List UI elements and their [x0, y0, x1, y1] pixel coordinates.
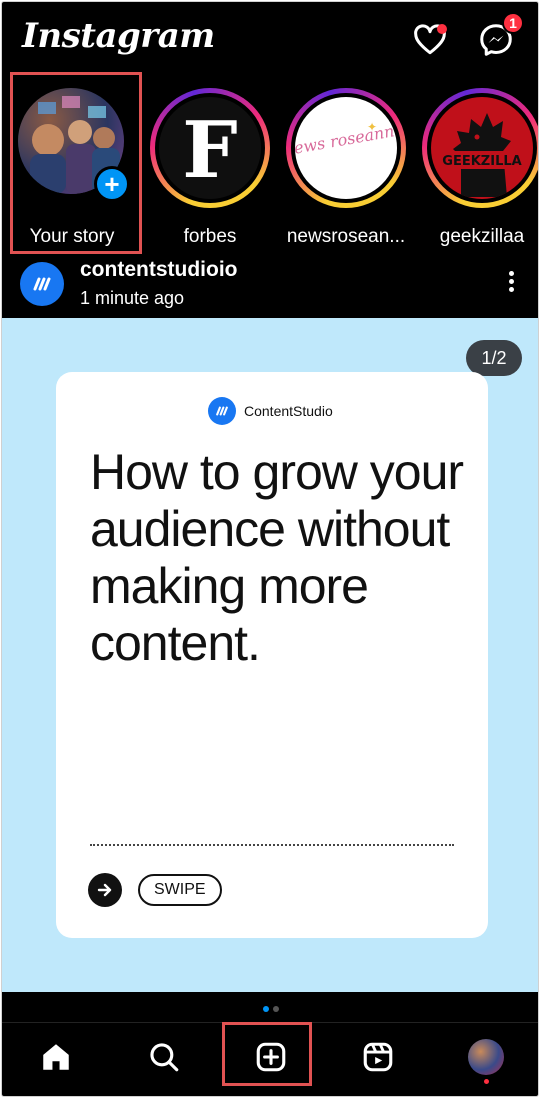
post-options-button[interactable] — [498, 268, 524, 298]
carousel-dot-active — [263, 1006, 269, 1012]
carousel-indicator — [2, 1006, 538, 1016]
top-bar: Instagram 1 — [2, 2, 538, 72]
notification-dot — [437, 24, 447, 34]
geekzilla-logo: GEEKZILLA — [442, 154, 521, 169]
post-media[interactable]: 1/2 ContentStudio How to grow your audie… — [2, 318, 538, 992]
forbes-letter: F — [182, 105, 237, 196]
carousel-dot — [273, 1006, 279, 1012]
messages-button[interactable]: 1 — [478, 12, 524, 58]
story-label: newsrosean... — [286, 226, 406, 247]
newsroseanne-logo: news roseanne — [295, 120, 397, 160]
contentstudio-logo-icon — [208, 397, 236, 425]
messages-badge: 1 — [502, 12, 524, 34]
geekzillaa-avatar: GEEKZILLA — [431, 97, 533, 199]
home-icon — [43, 1044, 69, 1070]
reels-icon — [363, 1042, 393, 1072]
swipe-label: SWIPE — [138, 874, 222, 906]
svg-text:✦: ✦ — [367, 120, 377, 134]
post-headline: How to grow your audience without making… — [90, 444, 464, 671]
more-vertical-icon — [498, 271, 524, 292]
story-label: forbes — [183, 226, 237, 247]
profile-avatar — [468, 1039, 504, 1075]
contentstudio-logo-icon — [33, 277, 51, 291]
brand-row: ContentStudio — [208, 396, 333, 426]
profile-notification-dot — [484, 1079, 489, 1084]
nav-search[interactable] — [144, 1037, 184, 1077]
story-geekzillaa[interactable]: GEEKZILLA geekzillaa — [420, 88, 538, 248]
swipe-row: SWIPE — [88, 872, 222, 908]
dotted-divider — [90, 844, 454, 846]
nav-reels[interactable] — [358, 1037, 398, 1077]
story-label: geekzillaa — [439, 226, 525, 247]
story-forbes[interactable]: F forbes — [148, 88, 272, 248]
nav-profile[interactable] — [466, 1037, 506, 1077]
post-header: contentstudioio 1 minute ago — [2, 252, 538, 318]
search-icon — [150, 1043, 179, 1072]
newsroseanne-avatar: news roseanne ✦ — [295, 97, 397, 199]
brand-name: ContentStudio — [244, 403, 333, 419]
post-timestamp: 1 minute ago — [80, 288, 185, 308]
nav-home[interactable] — [36, 1037, 76, 1077]
forbes-avatar: F — [159, 97, 261, 199]
highlight-box-create — [222, 1022, 312, 1086]
arrow-right-icon — [88, 873, 122, 907]
highlight-box-your-story — [10, 72, 142, 254]
notifications-button[interactable] — [412, 22, 448, 58]
post-username[interactable]: contentstudioio — [80, 258, 237, 282]
instagram-logo: Instagram — [22, 16, 215, 56]
carousel-counter: 1/2 — [466, 340, 522, 376]
post-avatar[interactable] — [20, 262, 64, 306]
post-card: ContentStudio How to grow your audience … — [56, 372, 488, 938]
story-newsroseanne[interactable]: news roseanne ✦ newsrosean... — [284, 88, 408, 248]
app-screen: Instagram 1 + Your story F forbes news r… — [1, 1, 539, 1097]
